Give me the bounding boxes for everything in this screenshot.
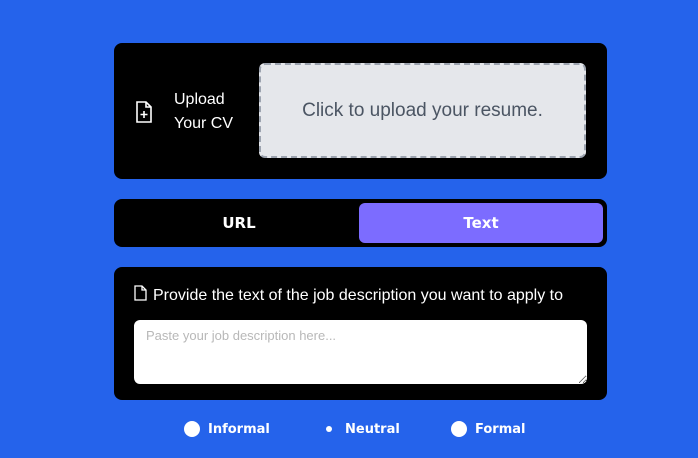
upload-card: Upload Your CV Click to upload your resu… — [114, 43, 607, 179]
document-icon — [134, 285, 147, 306]
job-description-card: Provide the text of the job description … — [114, 267, 607, 400]
radio-formal[interactable] — [451, 421, 467, 437]
tone-informal-option[interactable]: Informal — [184, 421, 270, 437]
input-mode-toggle: URL Text — [114, 199, 607, 247]
upload-cv-label: Upload Your CV — [174, 91, 233, 132]
resume-dropzone[interactable]: Click to upload your resume. — [259, 63, 586, 158]
tone-formal-label: Formal — [475, 421, 526, 437]
upload-file-icon — [135, 101, 153, 128]
tone-informal-label: Informal — [208, 421, 270, 437]
tone-radio-group: Informal Neutral Formal — [0, 421, 698, 441]
tone-neutral-option[interactable]: Neutral — [321, 421, 400, 437]
tone-formal-option[interactable]: Formal — [451, 421, 525, 437]
radio-informal[interactable] — [184, 421, 200, 437]
tone-neutral-label: Neutral — [345, 421, 400, 437]
radio-neutral[interactable] — [321, 421, 337, 437]
job-description-input[interactable] — [134, 320, 587, 384]
job-description-title: Provide the text of the job description … — [153, 286, 564, 304]
job-description-header: Provide the text of the job description … — [134, 285, 597, 306]
toggle-text-button[interactable]: Text — [359, 203, 603, 243]
toggle-url-button[interactable]: URL — [118, 203, 360, 243]
